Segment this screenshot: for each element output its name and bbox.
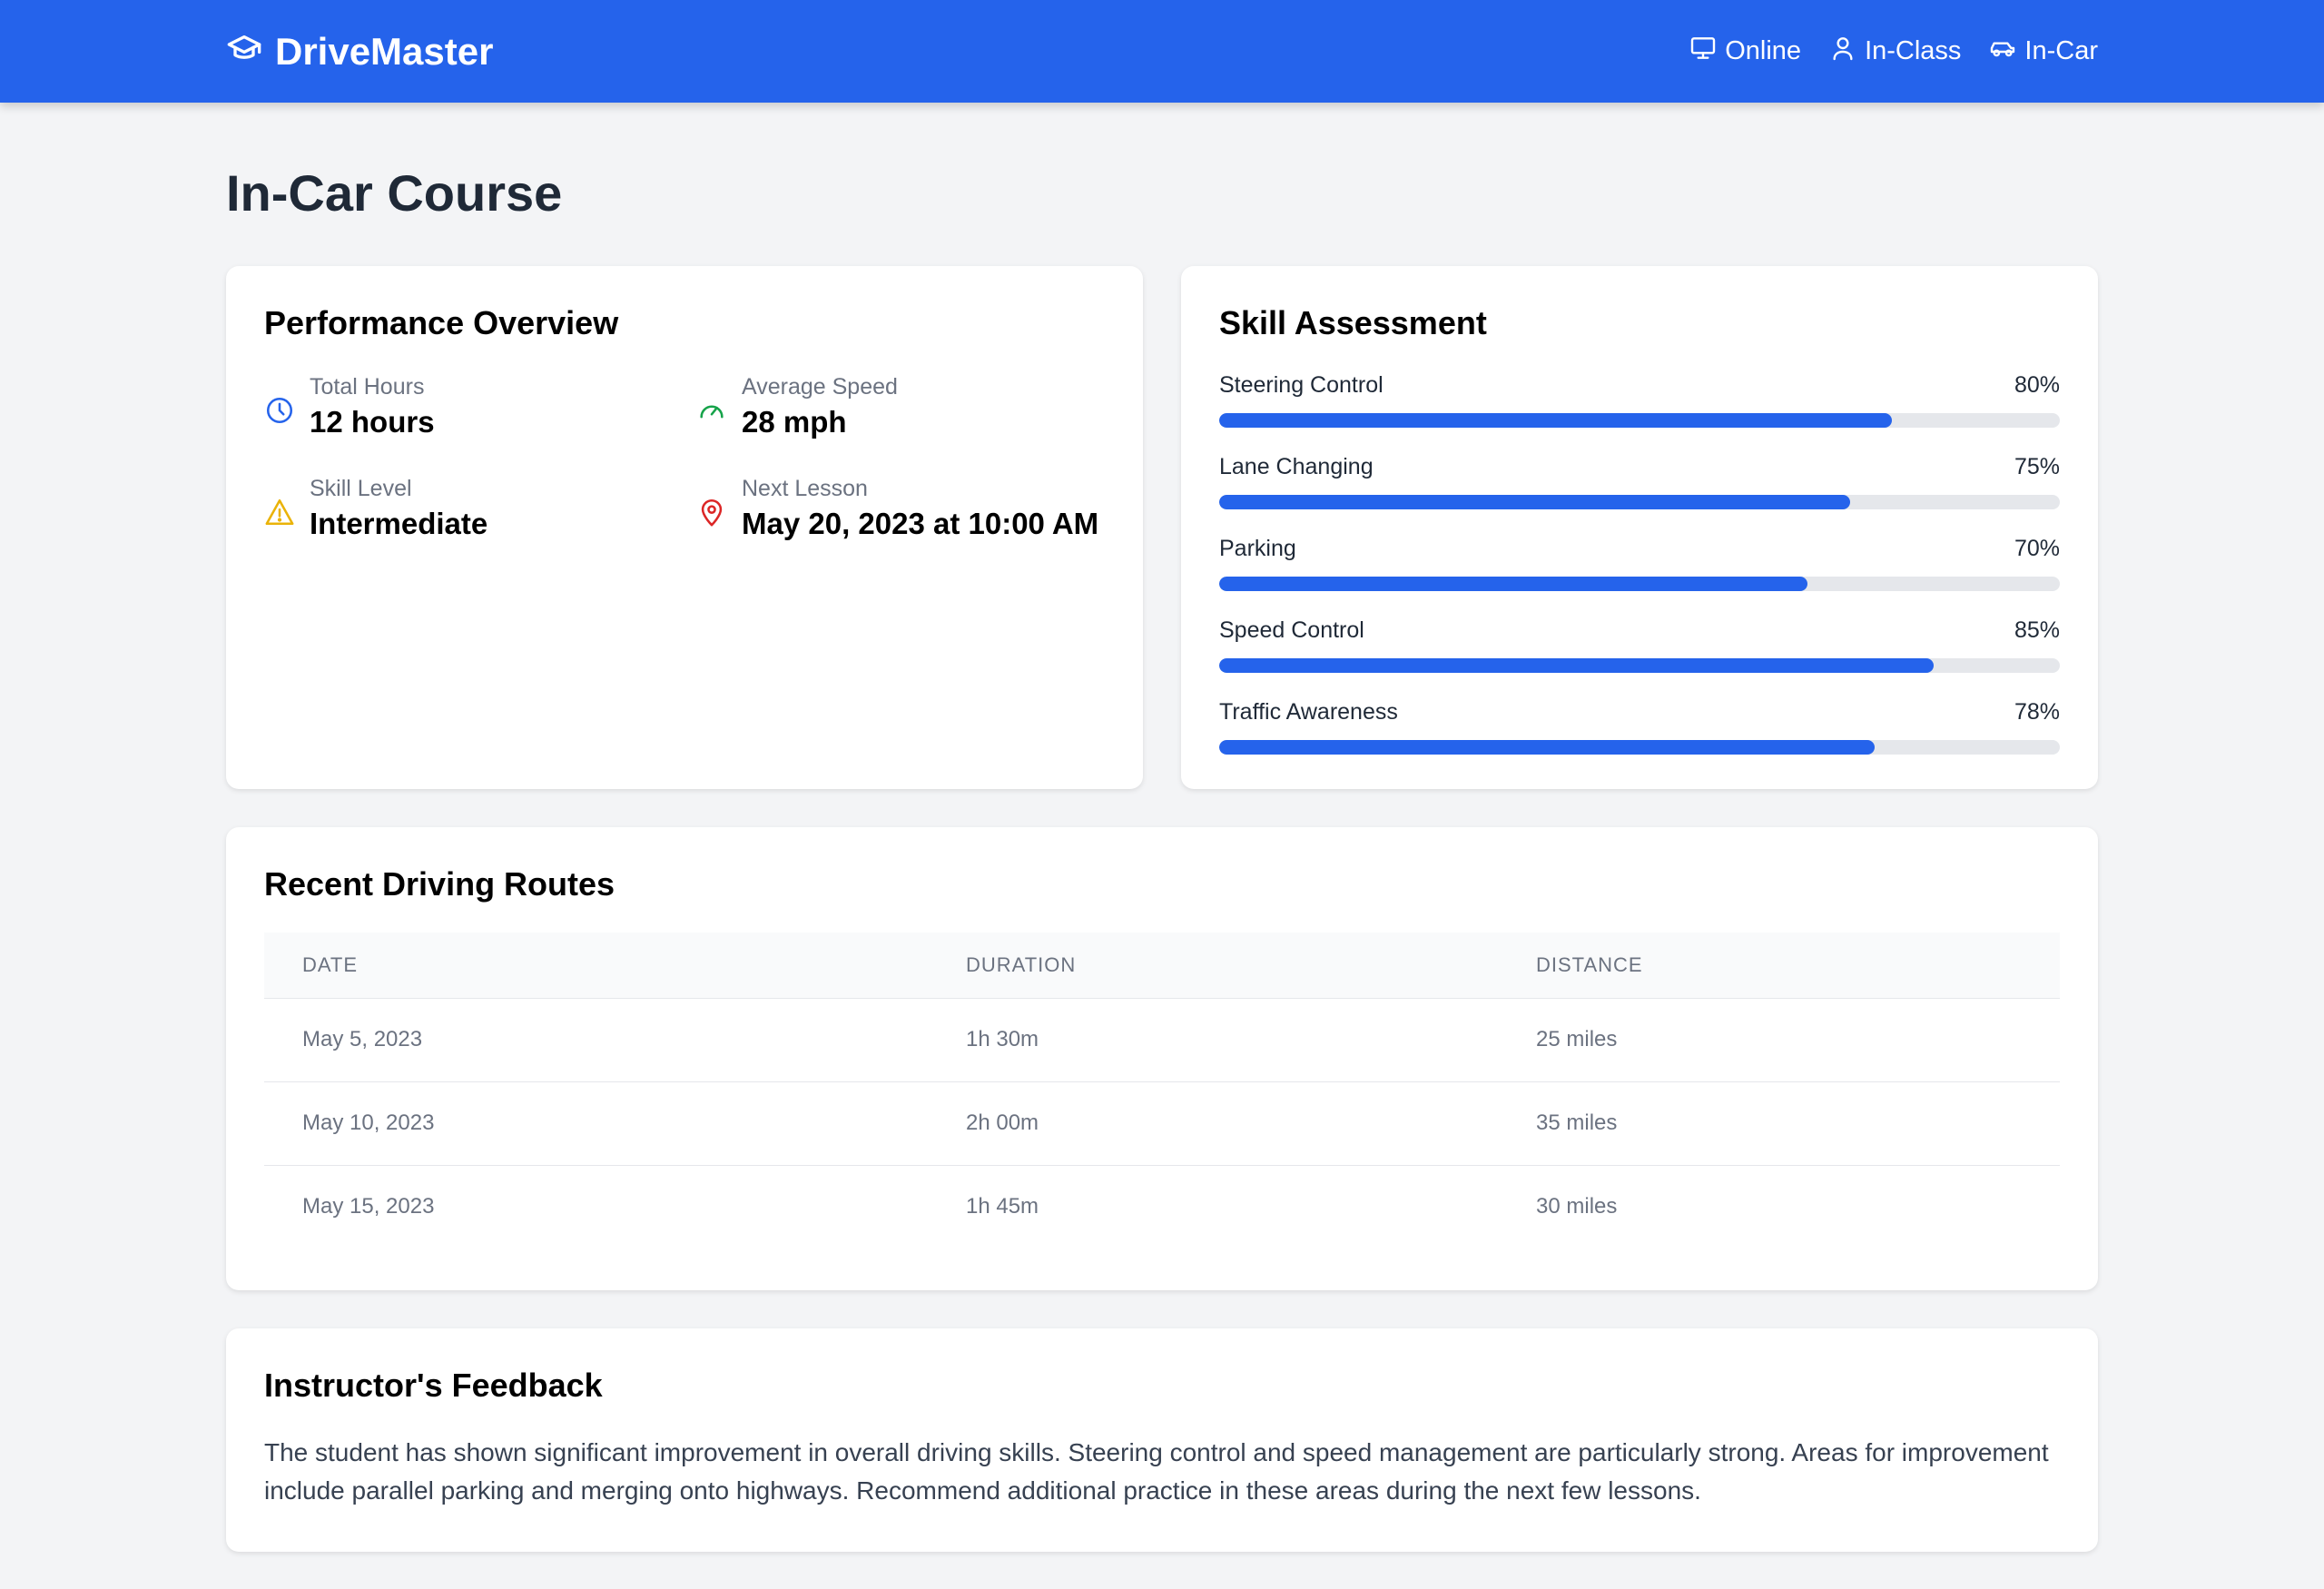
nav-in-class-label: In-Class [1865,36,1962,65]
cell-duration: 2h 00m [928,1081,1498,1165]
skill-name: Parking [1219,536,1296,561]
skill-list: Steering Control 80% Lane Changing 75% P… [1219,371,2060,755]
top-navbar: DriveMaster Online In-Class In-Car [0,0,2324,103]
brand-name: DriveMaster [275,29,494,73]
skill-item: Lane Changing 75% [1219,453,2060,509]
stat-label: Next Lesson [742,476,868,501]
skill-percent: 78% [2014,699,2060,725]
table-header-row: DATE DURATION DISTANCE [264,933,2060,998]
progress-bar-fill [1219,740,1876,755]
stat-label: Total Hours [310,374,425,400]
top-row: Performance Overview Total Hours 12 hour… [226,266,2098,789]
cell-date: May 15, 2023 [264,1164,928,1248]
skill-name: Steering Control [1219,372,1384,398]
speedometer-icon [696,395,727,426]
progress-bar-fill [1219,495,1850,509]
progress-bar [1219,413,2060,428]
nav-in-car[interactable]: In-Car [1988,34,2098,70]
stats-grid: Total Hours 12 hours Average Speed 28 mp… [264,373,1105,546]
cell-date: May 10, 2023 [264,1081,928,1165]
stat-value: 12 hours [310,405,435,439]
cell-distance: 25 miles [1498,997,2060,1081]
warning-icon [264,497,295,528]
progress-bar [1219,577,2060,591]
user-icon [1828,34,1857,70]
map-pin-icon [696,497,727,528]
nav-in-class[interactable]: In-Class [1828,34,1961,70]
cell-duration: 1h 30m [928,997,1498,1081]
main-content: In-Car Course Performance Overview Total… [226,103,2098,1552]
nav-online-label: Online [1725,36,1802,65]
recent-routes-card: Recent Driving Routes DATE DURATION DIST… [226,827,2098,1290]
skill-name: Lane Changing [1219,454,1374,479]
skill-assessment-card: Skill Assessment Steering Control 80% La… [1181,266,2098,789]
skill-percent: 75% [2014,454,2060,479]
feedback-title: Instructor's Feedback [264,1367,603,1404]
skill-item: Traffic Awareness 78% [1219,698,2060,755]
skill-assessment-title: Skill Assessment [1219,304,1487,341]
instructor-feedback-card: Instructor's Feedback The student has sh… [226,1328,2098,1552]
skill-item: Speed Control 85% [1219,617,2060,673]
performance-title: Performance Overview [264,304,619,341]
column-header-date: DATE [302,952,359,976]
progress-bar-fill [1219,658,1935,673]
progress-bar [1219,740,2060,755]
skill-percent: 80% [2014,372,2060,398]
progress-bar-fill [1219,413,1892,428]
cell-distance: 35 miles [1498,1081,2060,1165]
stat-skill-level: Skill Level Intermediate [264,475,696,546]
stat-value: Intermediate [310,507,488,540]
navbar-inner: DriveMaster Online In-Class In-Car [226,0,2098,103]
stat-total-hours: Total Hours 12 hours [264,373,696,444]
stat-value: May 20, 2023 at 10:00 AM [742,507,1099,540]
page-title: In-Car Course [226,164,563,222]
stat-next-lesson: Next Lesson May 20, 2023 at 10:00 AM [696,475,1128,546]
nav-online[interactable]: Online [1689,34,1801,70]
cell-date: May 5, 2023 [264,997,928,1081]
column-header-distance: DISTANCE [1536,952,1643,976]
table-row: May 10, 2023 2h 00m 35 miles [264,1081,2060,1165]
stat-label: Skill Level [310,476,412,501]
progress-bar [1219,658,2060,673]
skill-item: Steering Control 80% [1219,371,2060,428]
table-row: May 15, 2023 1h 45m 30 miles [264,1164,2060,1248]
skill-item: Parking 70% [1219,535,2060,591]
skill-percent: 85% [2014,617,2060,643]
routes-title: Recent Driving Routes [264,865,615,903]
nav-links: Online In-Class In-Car [1689,34,2098,70]
skill-name: Traffic Awareness [1219,699,1398,725]
brand[interactable]: DriveMaster [226,30,493,74]
cell-distance: 30 miles [1498,1164,2060,1248]
table-row: May 5, 2023 1h 30m 25 miles [264,997,2060,1081]
monitor-icon [1689,34,1718,70]
stat-label: Average Speed [742,374,898,400]
progress-bar [1219,495,2060,509]
stat-average-speed: Average Speed 28 mph [696,373,1128,444]
stat-value: 28 mph [742,405,847,439]
clock-icon [264,395,295,426]
routes-table: DATE DURATION DISTANCE May 5, 2023 1h 30… [264,933,2060,1248]
performance-overview-card: Performance Overview Total Hours 12 hour… [226,266,1143,789]
column-header-duration: DURATION [966,952,1077,976]
cell-duration: 1h 45m [928,1164,1498,1248]
feedback-text: The student has shown significant improv… [264,1438,2049,1505]
skill-percent: 70% [2014,536,2060,561]
graduation-cap-icon [226,31,262,72]
car-icon [1988,34,2017,70]
progress-bar-fill [1219,577,1808,591]
nav-in-car-label: In-Car [2024,36,2098,65]
skill-name: Speed Control [1219,617,1364,643]
